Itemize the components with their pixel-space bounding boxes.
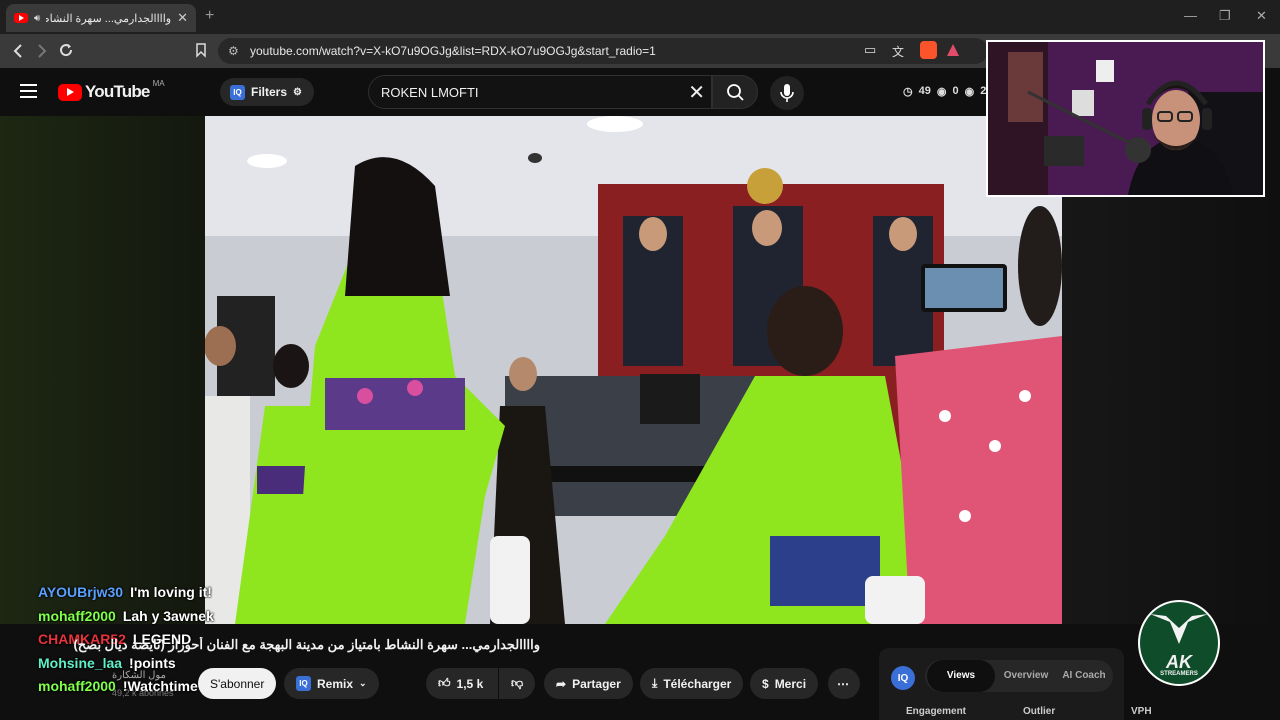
thanks-button[interactable]: $ Merci <box>750 668 819 699</box>
stat-a: 49 <box>918 85 931 97</box>
download-button[interactable]: ⤓ Télécharger <box>640 668 744 699</box>
share-label: Partager <box>572 676 621 691</box>
bookmark-icon[interactable] <box>195 42 207 58</box>
thumbs-up-icon: 👍︎ <box>438 676 451 690</box>
new-tab-button[interactable]: + <box>205 7 214 25</box>
close-tab-icon[interactable]: ✕ <box>177 10 188 26</box>
chat-username: mohaff2000 <box>38 607 116 624</box>
search-icon <box>727 84 744 101</box>
window-close-icon[interactable]: ✕ <box>1256 8 1267 24</box>
stat-b: 0 <box>952 85 959 97</box>
stats-counters: ◷ 49 ◉ 0 ◉ 2 <box>903 85 986 98</box>
search-input[interactable]: ROKEN LMOFTI ✕ <box>368 75 712 109</box>
browser-tab-bar: 🔊︎ واااالجدارمي... سهرة النشاط بامتياز ✕… <box>0 0 1280 34</box>
download-label: Télécharger <box>663 676 732 691</box>
vph-label: VPH <box>1131 706 1152 717</box>
video-player[interactable] <box>205 116 1062 624</box>
chat-text: I'm loving it! <box>130 584 212 600</box>
iq-logo-icon: IQ <box>891 666 915 690</box>
brave-shield-icon[interactable] <box>920 41 937 59</box>
minimize-icon[interactable]: — <box>1184 8 1197 23</box>
eagle-icon <box>1150 614 1208 644</box>
search-button[interactable] <box>712 75 758 109</box>
remix-label: Remix <box>317 676 354 691</box>
chat-username: mohaff2000 <box>38 678 116 694</box>
reload-icon[interactable] <box>58 42 74 58</box>
thanks-label: Merci <box>774 676 807 691</box>
menu-icon[interactable] <box>20 84 37 98</box>
outlier-label: Outlier <box>1023 706 1056 717</box>
tab-title: واااالجدارمي... سهرة النشاط بامتياز <box>46 12 172 25</box>
sliders-icon: ⚙︎ <box>293 86 302 98</box>
dislike-button[interactable]: 👎︎ <box>499 668 535 699</box>
chat-message: mohaff2000 Lah y 3awnek <box>38 608 278 632</box>
rewards-icon[interactable] <box>946 43 960 57</box>
chat-username: AYOUBrjw30 <box>38 584 124 600</box>
page-scrollbar[interactable] <box>1270 68 1280 720</box>
share-button[interactable]: ➦ Partager <box>544 668 633 699</box>
like-button[interactable]: 👍︎ 1,5 k <box>426 668 498 699</box>
download-icon: ⤓ <box>652 676 658 690</box>
iq-analytics-panel: IQ Views Overview AI Coach Engagement Ou… <box>879 648 1152 720</box>
super-thanks-icon: $ <box>762 676 769 691</box>
share-icon: ➦ <box>556 676 567 691</box>
chat-text: Lah y 3awnek <box>122 607 214 624</box>
youtube-logo[interactable]: YouTube MA <box>58 79 165 102</box>
iq-icon: IQ <box>230 84 245 100</box>
logo-title: AK <box>1166 652 1192 672</box>
streamer-webcam <box>986 40 1265 197</box>
subscriber-count: 49,2 k abonnés <box>112 688 174 698</box>
video-title: واااالجدارمي... سهرة النشاط بامتياز من م… <box>73 637 540 652</box>
youtube-favicon-icon <box>14 13 28 23</box>
more-icon: ⋯ <box>837 676 849 691</box>
webcam-frame <box>988 42 1263 195</box>
region-code: MA <box>152 79 165 88</box>
forward-icon[interactable] <box>36 43 48 59</box>
more-actions-button[interactable]: ⋯ <box>828 668 860 699</box>
chevron-down-icon: ⌄ <box>359 678 367 688</box>
filters-label: Filters <box>251 85 288 99</box>
chat-username: Mohsine_laa <box>38 654 123 671</box>
logo-subtitle: STREAMERS <box>1160 671 1198 677</box>
cast-icon[interactable]: ▭ <box>864 42 876 58</box>
site-info-icon[interactable]: ⚙︎ <box>228 44 239 58</box>
maximize-icon[interactable]: ❐ <box>1219 8 1231 24</box>
engagement-label: Engagement <box>906 706 967 717</box>
translate-icon[interactable]: 文 <box>892 43 904 60</box>
clock-icon: ◷ <box>903 86 913 98</box>
chat-message: AYOUBrjw30 I'm loving it! <box>38 584 278 608</box>
browser-tab[interactable]: 🔊︎ واااالجدارمي... سهرة النشاط بامتياز ✕ <box>6 4 196 32</box>
video-frame <box>205 116 1062 624</box>
subscribe-button[interactable]: S'abonner <box>198 668 277 699</box>
voice-search-button[interactable] <box>770 76 804 110</box>
youtube-play-icon <box>58 83 82 101</box>
search-value: ROKEN LMOFTI <box>381 85 479 100</box>
iq-icon: IQ <box>296 676 311 691</box>
microphone-icon <box>780 84 794 102</box>
eye-icon: ◉ <box>936 86 947 98</box>
thumbs-down-icon: 👎︎ <box>511 676 524 690</box>
chat-text: !points <box>129 654 176 671</box>
channel-name[interactable]: مول الشكارة <box>112 670 166 681</box>
clear-search-icon[interactable]: ✕ <box>688 80 705 105</box>
ak-streamers-logo: AK STREAMERS <box>1138 600 1220 686</box>
back-icon[interactable] <box>12 43 24 59</box>
eye-icon: ◉ <box>964 86 975 98</box>
filters-button[interactable]: IQ Filters ⚙︎ <box>220 78 314 106</box>
iq-tabs: Views Overview AI Coach <box>925 660 1113 692</box>
like-count: 1,5 k <box>456 676 484 691</box>
url-text: youtube.com/watch?v=X-kO7u9OGJg&list=RDX… <box>250 44 656 58</box>
speaker-icon[interactable]: 🔊︎ <box>34 13 40 24</box>
ambient-glow-left <box>0 116 205 624</box>
tab-overview[interactable]: Overview <box>997 660 1055 692</box>
tab-ai-coach[interactable]: AI Coach <box>1055 660 1113 692</box>
youtube-logo-text: YouTube <box>85 82 150 101</box>
remix-button[interactable]: IQ Remix ⌄ <box>284 668 379 699</box>
tab-views[interactable]: Views <box>927 660 995 692</box>
